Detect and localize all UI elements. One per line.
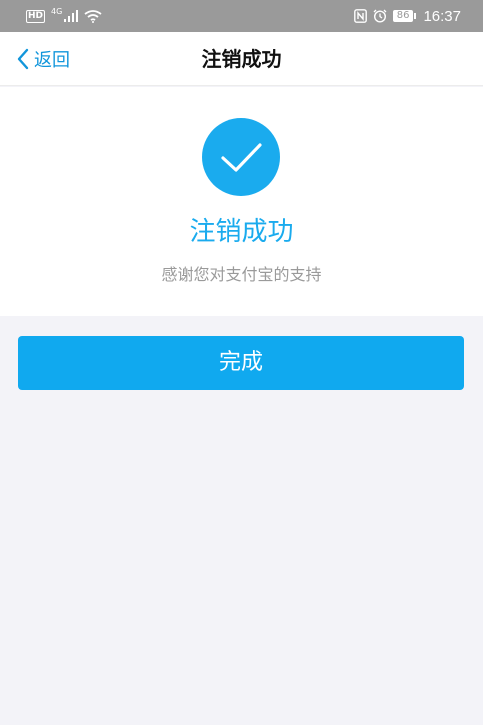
clock: 16:37 <box>423 7 461 25</box>
status-bar: HD 4G 86 16:37 <box>0 0 483 32</box>
navigation-bar: 注销成功 返回 <box>0 32 483 86</box>
back-label: 返回 <box>34 50 70 71</box>
nfc-icon <box>353 9 367 23</box>
alarm-icon <box>373 9 387 23</box>
hd-indicator: HD <box>26 9 46 23</box>
back-button[interactable]: 返回 <box>16 32 70 86</box>
result-panel: 注销成功 感谢您对支付宝的支持 <box>0 87 483 316</box>
done-button[interactable]: 完成 <box>18 336 464 390</box>
status-right: 86 16:37 <box>353 7 461 25</box>
battery-indicator: 86 <box>392 10 417 22</box>
network-type: 4G <box>51 6 63 16</box>
page-title: 注销成功 <box>201 47 282 71</box>
chevron-left-icon <box>17 48 29 70</box>
check-icon <box>221 143 262 172</box>
status-left: HD 4G <box>26 6 102 23</box>
result-title: 注销成功 <box>189 217 294 247</box>
signal-icon <box>64 10 79 22</box>
wifi-icon <box>84 9 102 23</box>
result-subtitle: 感谢您对支付宝的支持 <box>161 265 322 284</box>
success-badge <box>202 118 280 196</box>
